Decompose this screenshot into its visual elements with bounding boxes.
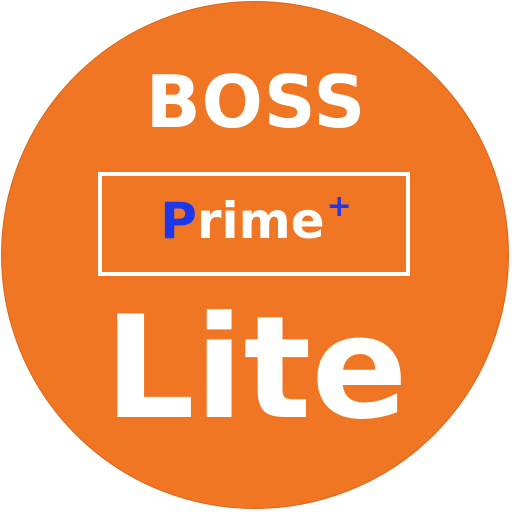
app-icon: BOSS Prime+ Lite	[0, 0, 512, 512]
prime-rest: rime	[196, 192, 325, 250]
plus-icon: +	[326, 189, 352, 224]
lite-label: Lite	[104, 286, 408, 451]
boss-label: BOSS	[145, 60, 367, 144]
prime-initial: P	[160, 192, 197, 250]
prime-plus-label: Prime+	[0, 189, 512, 247]
